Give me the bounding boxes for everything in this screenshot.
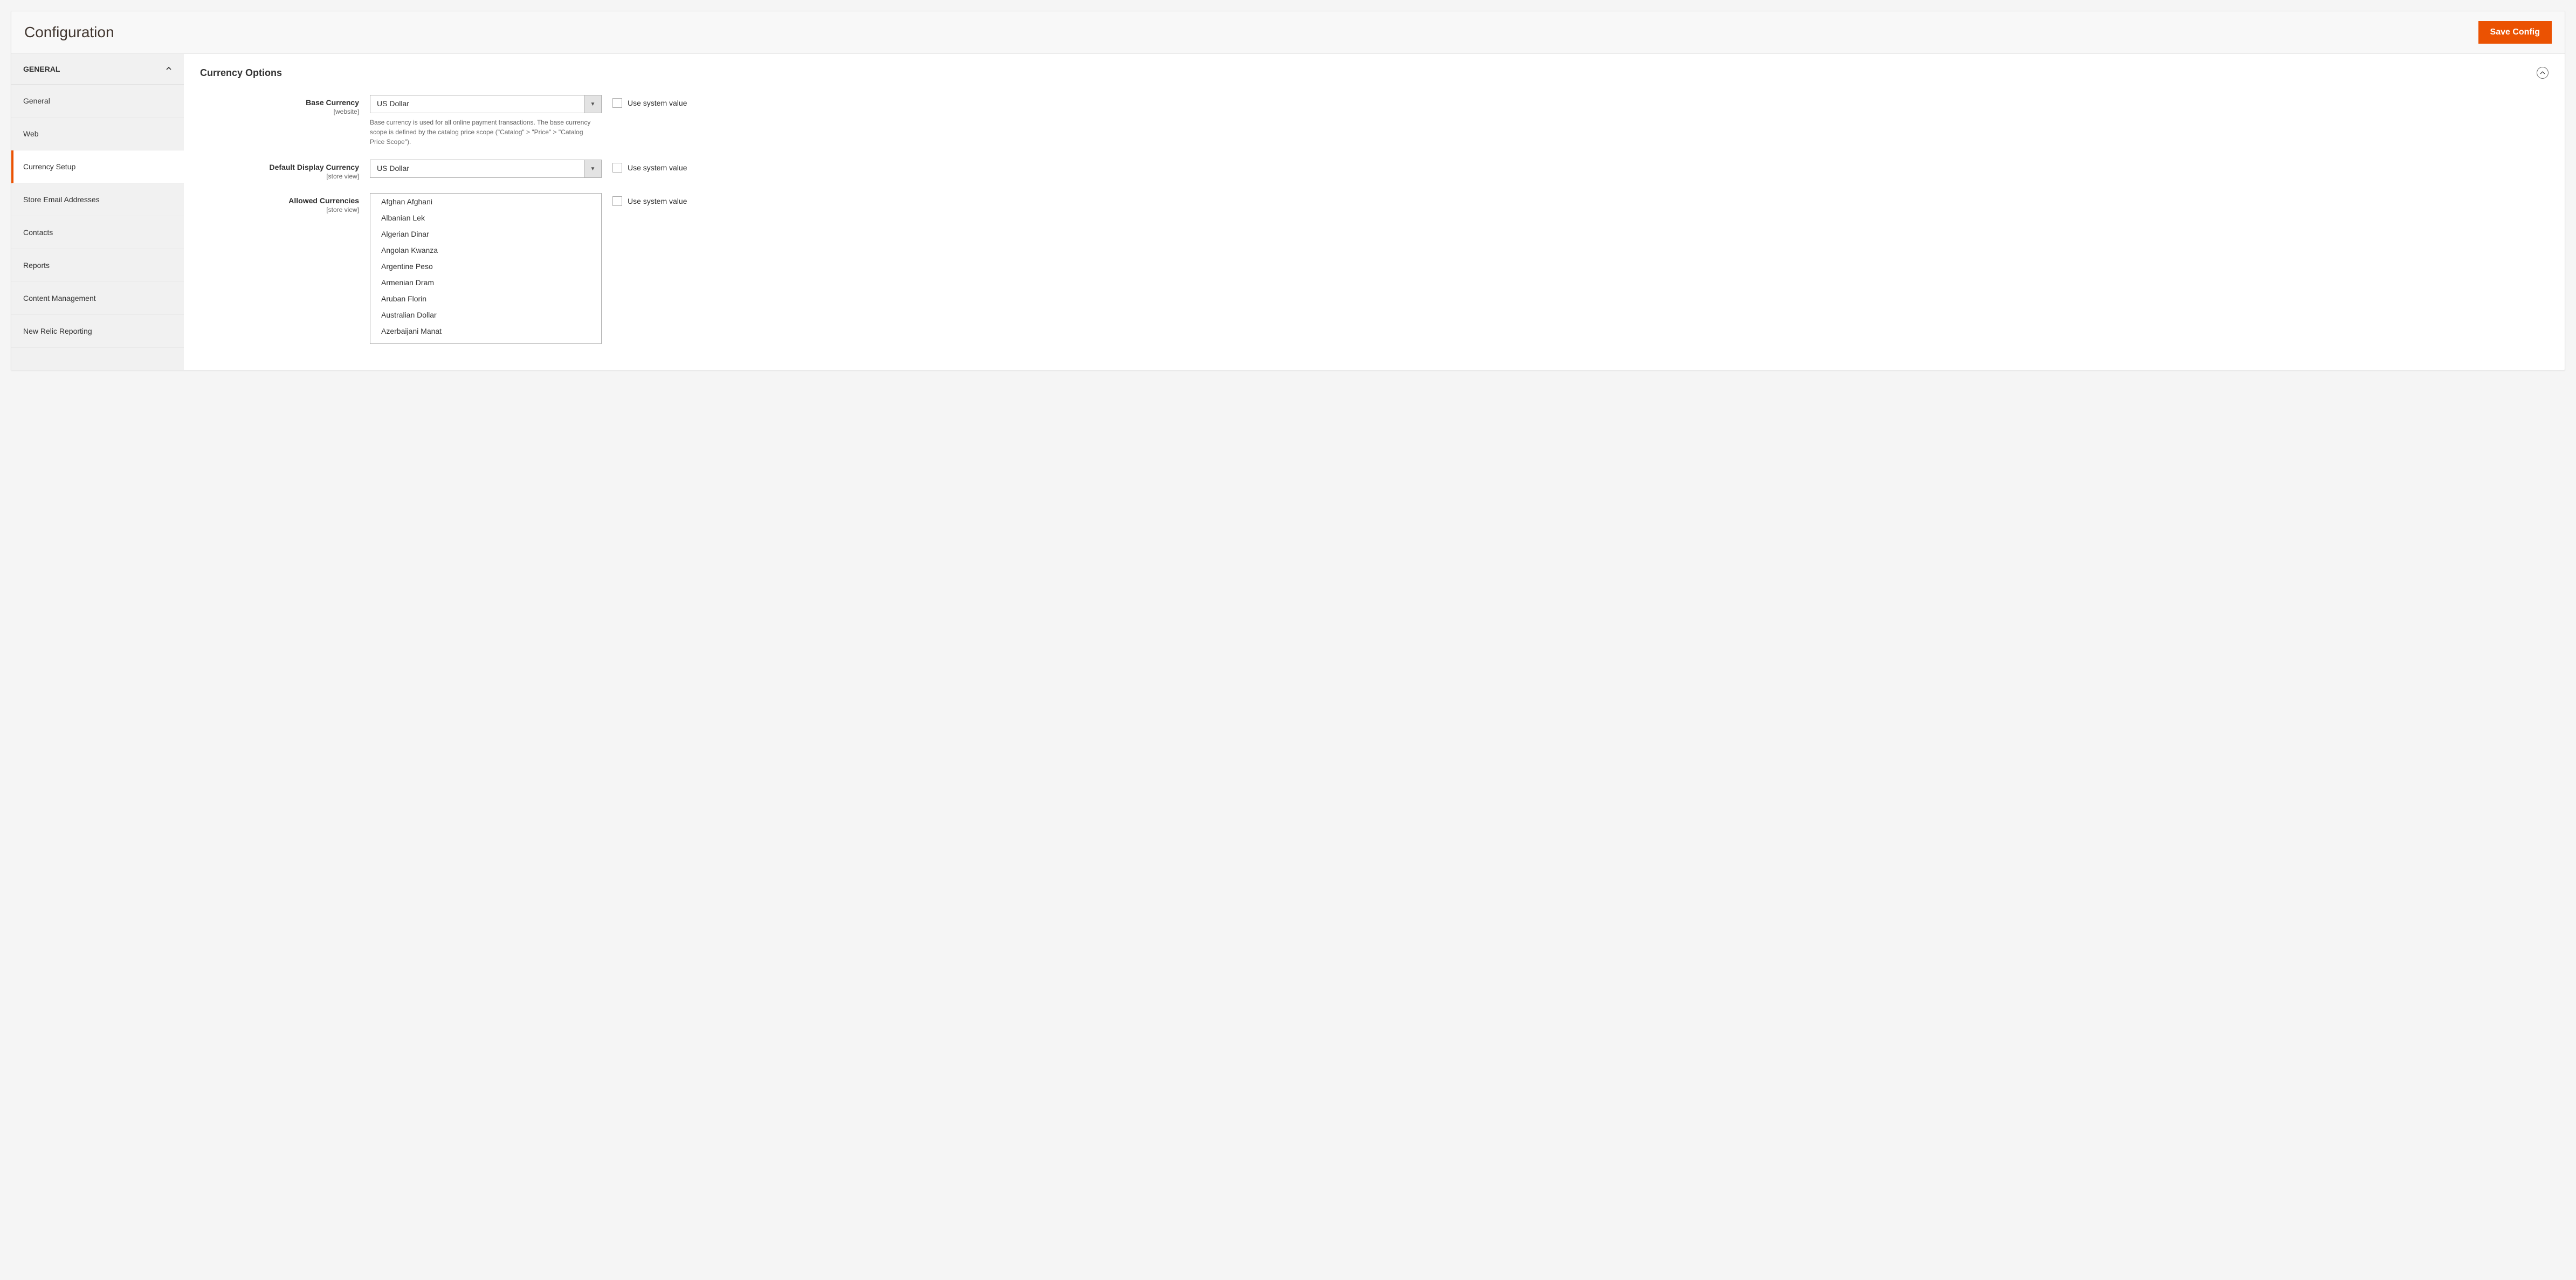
allowed-currency-option[interactable]: Algerian Dinar <box>370 226 601 242</box>
allowed-currency-option[interactable]: Australian Dollar <box>370 307 601 323</box>
base-currency-scope: [website] <box>200 108 359 115</box>
default-display-currency-value: US Dollar <box>370 160 584 177</box>
field-base-currency: Base Currency [website] US Dollar ▼ Base… <box>200 95 2549 147</box>
base-currency-select[interactable]: US Dollar ▼ <box>370 95 602 113</box>
base-currency-use-system-checkbox[interactable] <box>612 98 622 108</box>
allowed-currencies-label: Allowed Currencies <box>288 196 359 205</box>
allowed-currency-option[interactable]: Armenian Dram <box>370 274 601 291</box>
sidebar-group-general[interactable]: General <box>11 54 184 85</box>
default-display-currency-label: Default Display Currency <box>270 163 360 171</box>
page-header: Configuration Save Config <box>11 11 2565 54</box>
sidebar-item-reports[interactable]: Reports <box>11 249 184 282</box>
field-allowed-currencies: Allowed Currencies [store view] Afghan A… <box>200 193 2549 344</box>
base-currency-use-system-label: Use system value <box>628 99 687 107</box>
allowed-currencies-scope: [store view] <box>200 206 359 214</box>
sidebar-item-web[interactable]: Web <box>11 118 184 150</box>
allowed-currencies-use-system-checkbox[interactable] <box>612 196 622 206</box>
section-title: Currency Options <box>200 67 282 79</box>
allowed-currency-option[interactable]: Afghan Afghani <box>370 194 601 210</box>
default-display-currency-select[interactable]: US Dollar ▼ <box>370 160 602 178</box>
sidebar-group-label: General <box>23 65 60 73</box>
sidebar-item-store-email-addresses[interactable]: Store Email Addresses <box>11 183 184 216</box>
config-card: Configuration Save Config General Genera… <box>11 11 2565 370</box>
config-main-panel: Currency Options Base Currency [website]… <box>184 54 2565 370</box>
allowed-currency-option[interactable]: Azerbaijani Manat <box>370 323 601 339</box>
sidebar-item-general[interactable]: General <box>11 85 184 118</box>
caret-down-icon: ▼ <box>584 95 601 113</box>
sidebar-item-new-relic-reporting[interactable]: New Relic Reporting <box>11 315 184 348</box>
sidebar-item-contacts[interactable]: Contacts <box>11 216 184 249</box>
field-default-display-currency: Default Display Currency [store view] US… <box>200 160 2549 180</box>
allowed-currency-option[interactable]: Albanian Lek <box>370 210 601 226</box>
chevron-up-icon <box>166 65 172 73</box>
default-display-currency-scope: [store view] <box>200 173 359 180</box>
allowed-currency-option[interactable]: Angolan Kwanza <box>370 242 601 258</box>
section-collapse-toggle[interactable] <box>2537 67 2549 79</box>
allowed-currency-option[interactable]: Aruban Florin <box>370 291 601 307</box>
allowed-currencies-use-system-label: Use system value <box>628 197 687 205</box>
sidebar-item-currency-setup[interactable]: Currency Setup <box>11 150 184 183</box>
base-currency-label: Base Currency <box>306 98 359 107</box>
base-currency-help: Base currency is used for all online pay… <box>370 118 591 147</box>
allowed-currencies-multiselect[interactable]: Afghan AfghaniAlbanian LekAlgerian Dinar… <box>370 193 602 344</box>
default-display-currency-use-system-label: Use system value <box>628 163 687 172</box>
default-display-currency-use-system-checkbox[interactable] <box>612 163 622 173</box>
save-config-button[interactable]: Save Config <box>2478 21 2552 44</box>
caret-down-icon: ▼ <box>584 160 601 177</box>
config-sidebar: General General Web Currency Setup Store… <box>11 54 184 370</box>
base-currency-value: US Dollar <box>370 95 584 113</box>
sidebar-item-content-management[interactable]: Content Management <box>11 282 184 315</box>
page-title: Configuration <box>24 24 114 41</box>
allowed-currency-option[interactable]: Argentine Peso <box>370 258 601 274</box>
